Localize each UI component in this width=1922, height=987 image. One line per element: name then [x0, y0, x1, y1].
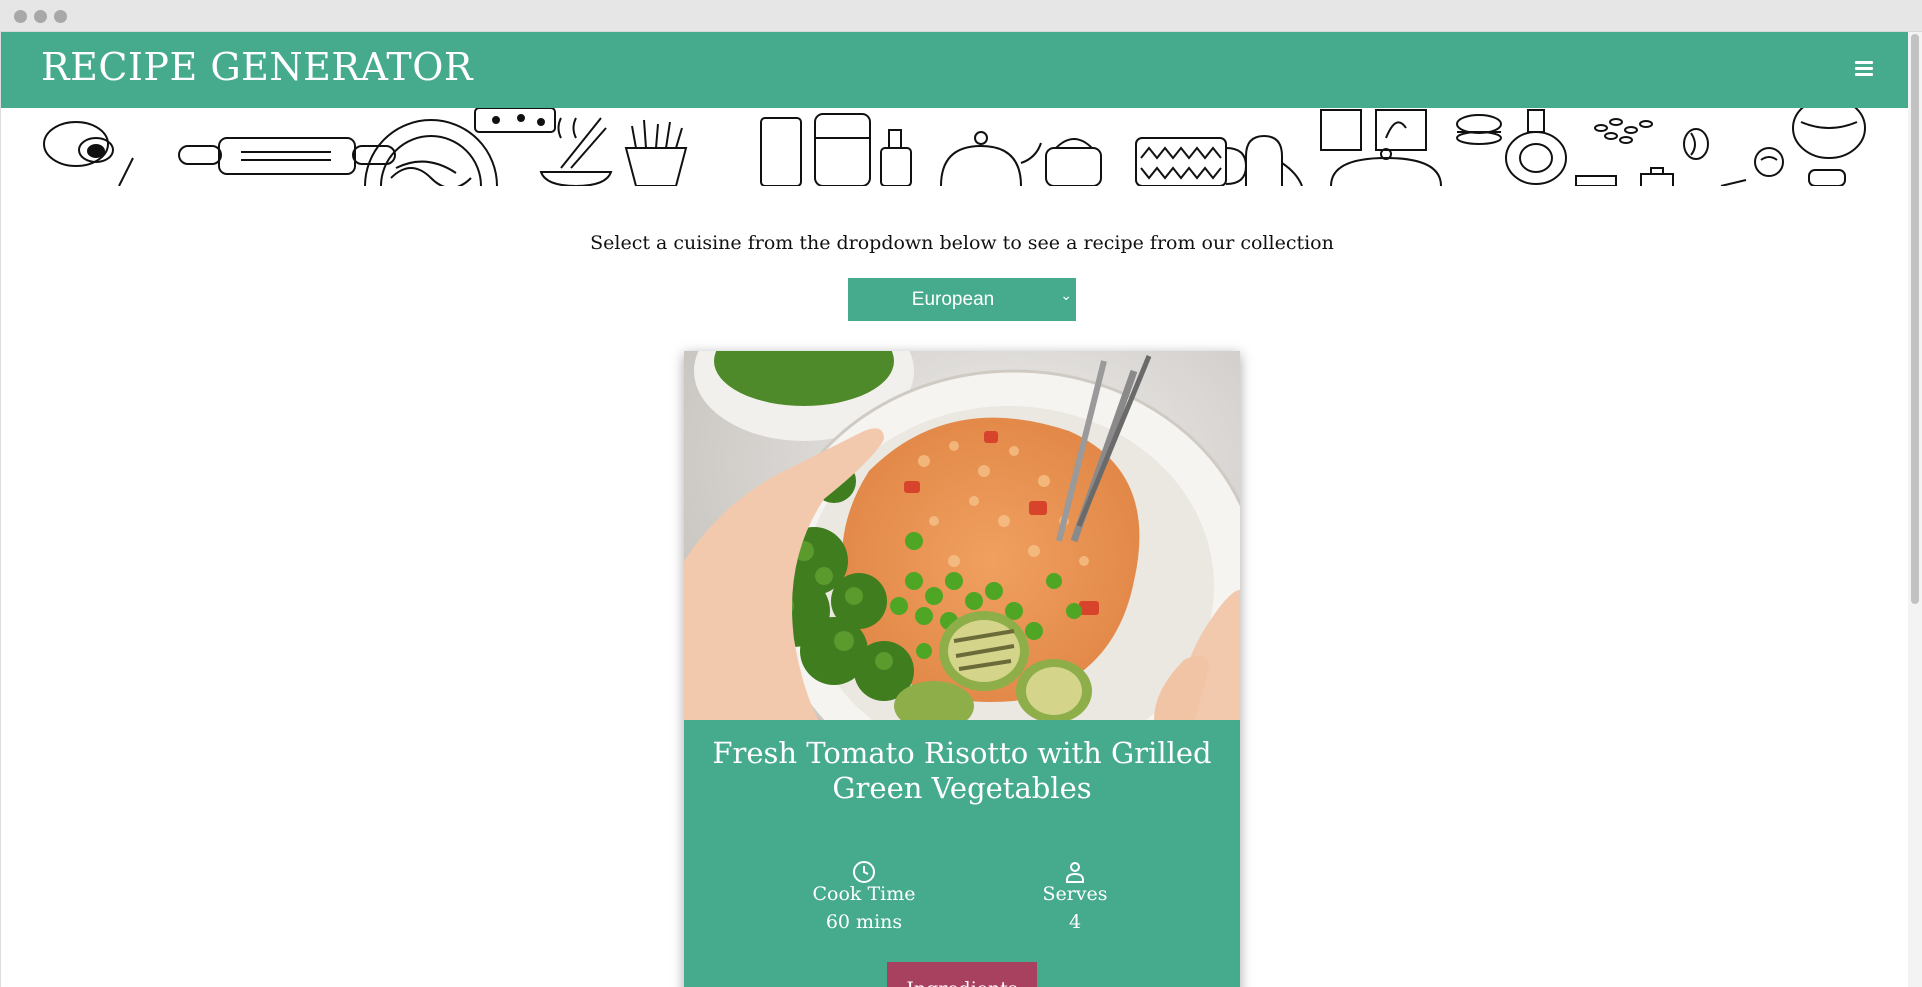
serves-stat: Serves 4 [995, 860, 1155, 933]
page-scrollbar[interactable] [1908, 32, 1922, 987]
recipe-card: Fresh Tomato Risotto with Grilled Green … [684, 351, 1240, 987]
browser-chrome [0, 0, 1922, 32]
brand-title[interactable]: RECIPE GENERATOR [41, 45, 473, 89]
cook-time-value: 60 mins [825, 911, 903, 933]
navbar: RECIPE GENERATOR [1, 32, 1909, 108]
hamburger-menu-icon[interactable] [1851, 54, 1879, 82]
chevron-down-icon: ⌄ [1060, 288, 1072, 304]
window-minimize-dot[interactable] [34, 10, 47, 23]
serves-value: 4 [1068, 911, 1082, 933]
page-viewport: RECIPE GENERATOR Select a cuisine from t… [0, 32, 1922, 987]
cook-time-stat: Cook Time 60 mins [784, 860, 944, 933]
recipe-title: Fresh Tomato Risotto with Grilled Green … [712, 736, 1212, 805]
intro-text: Select a cuisine from the dropdown below… [590, 232, 1334, 254]
doodle-banner [1, 108, 1909, 186]
scrollbar-thumb[interactable] [1911, 34, 1919, 604]
cuisine-select-value: European [911, 289, 995, 310]
recipe-image [684, 351, 1240, 720]
window-close-dot[interactable] [14, 10, 27, 23]
clock-icon [853, 861, 875, 883]
cuisine-select[interactable]: European ⌄ [848, 278, 1076, 321]
window-zoom-dot[interactable] [54, 10, 67, 23]
cook-time-label: Cook Time [812, 883, 916, 905]
ingredients-button[interactable]: Ingredients [887, 962, 1037, 987]
person-icon [1066, 862, 1084, 883]
serves-label: Serves [1042, 883, 1108, 905]
